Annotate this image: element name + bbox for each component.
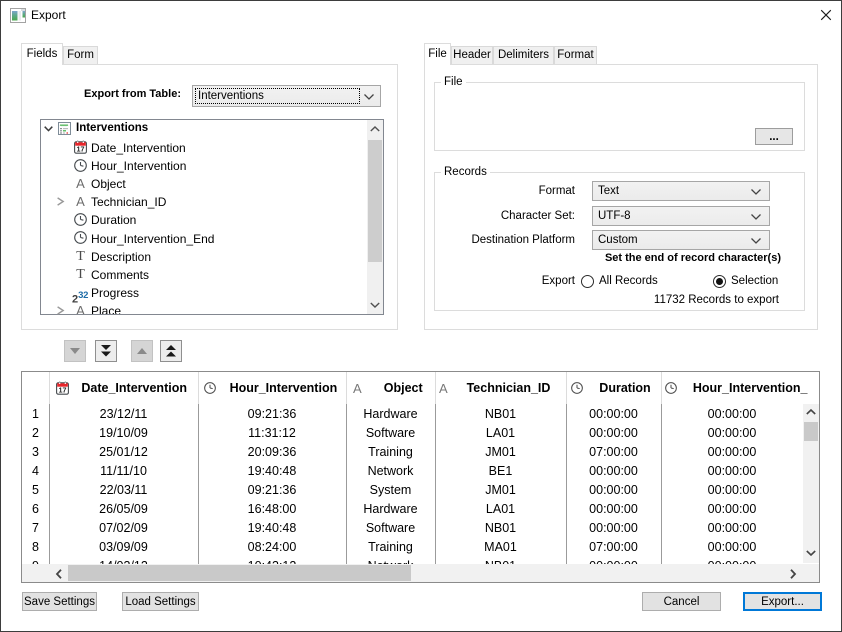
svg-text:17: 17 — [58, 386, 66, 395]
svg-text:17: 17 — [77, 145, 85, 154]
